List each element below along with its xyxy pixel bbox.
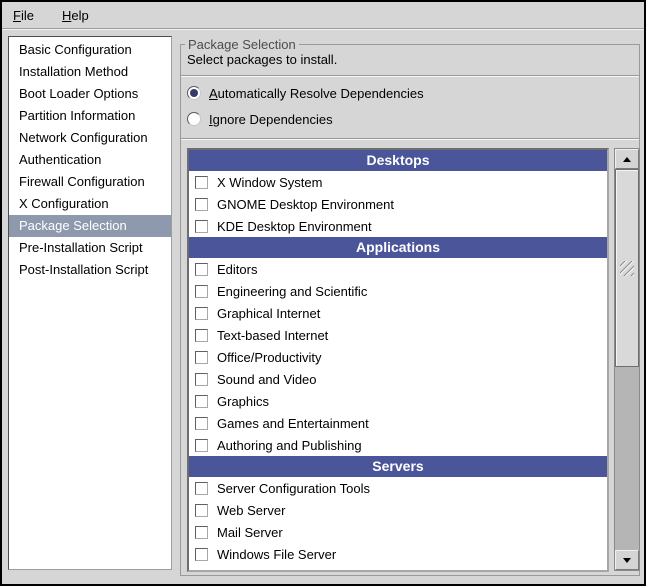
package-row-engineering-and-scientific[interactable]: Engineering and Scientific bbox=[189, 280, 607, 302]
package-label: Web Server bbox=[217, 503, 285, 518]
package-row-games-and-entertainment[interactable]: Games and Entertainment bbox=[189, 412, 607, 434]
checkbox-icon[interactable] bbox=[195, 198, 208, 211]
menu-file[interactable]: File bbox=[6, 5, 41, 26]
package-label: Graphics bbox=[217, 394, 269, 409]
package-row-web-server[interactable]: Web Server bbox=[189, 499, 607, 521]
package-label: Server Configuration Tools bbox=[217, 481, 370, 496]
package-row-graphical-internet[interactable]: Graphical Internet bbox=[189, 302, 607, 324]
radio-auto-resolve-dependencies[interactable]: Automatically Resolve Dependencies bbox=[187, 82, 424, 104]
package-row-gnome-desktop-environment[interactable]: GNOME Desktop Environment bbox=[189, 193, 607, 215]
frame-title: Package Selection bbox=[185, 37, 299, 52]
checkbox-icon[interactable] bbox=[195, 504, 208, 517]
menu-bar: File Help bbox=[2, 2, 644, 29]
section-list: Basic ConfigurationInstallation MethodBo… bbox=[8, 36, 172, 570]
sidebar-item-boot-loader-options[interactable]: Boot Loader Options bbox=[9, 83, 171, 105]
checkbox-icon[interactable] bbox=[195, 263, 208, 276]
kickstart-configurator-window: File Help Basic ConfigurationInstallatio… bbox=[0, 0, 646, 586]
radio-label: Ignore Dependencies bbox=[209, 112, 333, 127]
package-label: Mail Server bbox=[217, 525, 283, 540]
sidebar-item-x-configuration[interactable]: X Configuration bbox=[9, 193, 171, 215]
checkbox-icon[interactable] bbox=[195, 395, 208, 408]
package-label: Editors bbox=[217, 262, 257, 277]
checkbox-icon[interactable] bbox=[195, 482, 208, 495]
package-label: Sound and Video bbox=[217, 372, 317, 387]
checkbox-icon[interactable] bbox=[195, 351, 208, 364]
arrow-up-icon bbox=[623, 157, 631, 162]
separator bbox=[181, 75, 639, 77]
package-row-authoring-and-publishing[interactable]: Authoring and Publishing bbox=[189, 434, 607, 456]
package-list: Desktops X Window System GNOME Desktop E… bbox=[187, 148, 609, 572]
sidebar-item-basic-configuration[interactable]: Basic Configuration bbox=[9, 39, 171, 61]
package-label: KDE Desktop Environment bbox=[217, 219, 372, 234]
arrow-down-icon bbox=[623, 558, 631, 563]
separator bbox=[181, 138, 639, 140]
radio-button-icon[interactable] bbox=[187, 86, 201, 100]
grip-icon bbox=[620, 261, 634, 276]
sidebar-item-partition-information[interactable]: Partition Information bbox=[9, 105, 171, 127]
package-section-header-servers: Servers bbox=[189, 456, 607, 477]
checkbox-icon[interactable] bbox=[195, 307, 208, 320]
sidebar-item-firewall-configuration[interactable]: Firewall Configuration bbox=[9, 171, 171, 193]
package-section-header-desktops: Desktops bbox=[189, 150, 607, 171]
checkbox-icon[interactable] bbox=[195, 329, 208, 342]
radio-button-icon[interactable] bbox=[187, 112, 201, 126]
package-label: Windows File Server bbox=[217, 547, 336, 562]
checkbox-icon[interactable] bbox=[195, 220, 208, 233]
scroll-up-button[interactable] bbox=[615, 149, 639, 169]
radio-label: Automatically Resolve Dependencies bbox=[209, 86, 424, 101]
package-selection-frame: Package Selection Select packages to ins… bbox=[180, 44, 640, 576]
package-row-mail-server[interactable]: Mail Server bbox=[189, 521, 607, 543]
package-row-text-based-internet[interactable]: Text-based Internet bbox=[189, 324, 607, 346]
section-header-label: Desktops bbox=[366, 152, 429, 168]
radio-ignore-dependencies[interactable]: Ignore Dependencies bbox=[187, 108, 333, 130]
scrollbar-thumb[interactable] bbox=[615, 169, 639, 367]
package-row-windows-file-server[interactable]: Windows File Server bbox=[189, 543, 607, 565]
package-row-partial[interactable] bbox=[189, 565, 607, 572]
package-row-kde-desktop-environment[interactable]: KDE Desktop Environment bbox=[189, 215, 607, 237]
sidebar-item-authentication[interactable]: Authentication bbox=[9, 149, 171, 171]
checkbox-icon[interactable] bbox=[195, 285, 208, 298]
checkbox-icon[interactable] bbox=[195, 373, 208, 386]
package-label: Engineering and Scientific bbox=[217, 284, 367, 299]
package-label: Authoring and Publishing bbox=[217, 438, 362, 453]
sidebar-item-post-installation-script[interactable]: Post-Installation Script bbox=[9, 259, 171, 281]
package-label: GNOME Desktop Environment bbox=[217, 197, 394, 212]
section-header-label: Applications bbox=[356, 239, 440, 255]
instruction-text: Select packages to install. bbox=[187, 52, 337, 67]
package-label: Office/Productivity bbox=[217, 350, 322, 365]
sidebar-item-package-selection[interactable]: Package Selection bbox=[9, 215, 171, 237]
checkbox-icon[interactable] bbox=[195, 570, 208, 573]
sidebar-item-network-configuration[interactable]: Network Configuration bbox=[9, 127, 171, 149]
menu-help[interactable]: Help bbox=[55, 5, 96, 26]
checkbox-icon[interactable] bbox=[195, 526, 208, 539]
package-row-editors[interactable]: Editors bbox=[189, 258, 607, 280]
package-row-server-configuration-tools[interactable]: Server Configuration Tools bbox=[189, 477, 607, 499]
package-section-header-applications: Applications bbox=[189, 237, 607, 258]
package-row-graphics[interactable]: Graphics bbox=[189, 390, 607, 412]
package-row-office-productivity[interactable]: Office/Productivity bbox=[189, 346, 607, 368]
package-label: Text-based Internet bbox=[217, 328, 328, 343]
vertical-scrollbar[interactable] bbox=[614, 148, 640, 571]
package-row-sound-and-video[interactable]: Sound and Video bbox=[189, 368, 607, 390]
scrollbar-track[interactable] bbox=[615, 169, 639, 550]
sidebar-item-pre-installation-script[interactable]: Pre-Installation Script bbox=[9, 237, 171, 259]
checkbox-icon[interactable] bbox=[195, 439, 208, 452]
package-label: X Window System bbox=[217, 175, 322, 190]
radio-dot-icon bbox=[190, 89, 198, 97]
checkbox-icon[interactable] bbox=[195, 548, 208, 561]
package-label: Graphical Internet bbox=[217, 306, 320, 321]
package-row-x-window-system[interactable]: X Window System bbox=[189, 171, 607, 193]
package-label: Games and Entertainment bbox=[217, 416, 369, 431]
checkbox-icon[interactable] bbox=[195, 417, 208, 430]
checkbox-icon[interactable] bbox=[195, 176, 208, 189]
scroll-down-button[interactable] bbox=[615, 550, 639, 570]
section-header-label: Servers bbox=[372, 458, 423, 474]
sidebar-item-installation-method[interactable]: Installation Method bbox=[9, 61, 171, 83]
